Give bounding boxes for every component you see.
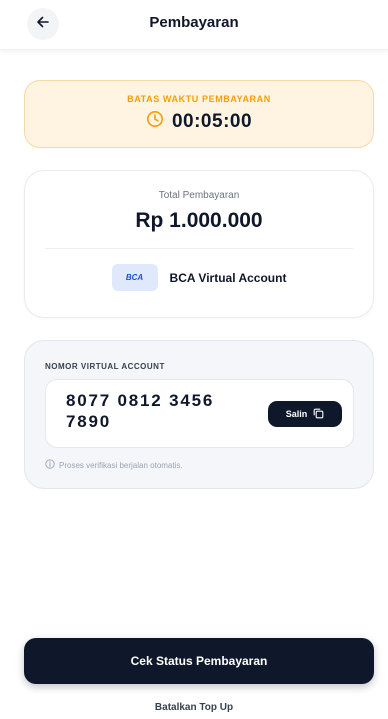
total-payment-card: Total Pembayaran Rp 1.000.000 BCA BCA Vi…	[24, 170, 374, 318]
clock-icon	[146, 110, 164, 133]
total-payment-amount: Rp 1.000.000	[135, 209, 263, 232]
copy-icon	[313, 408, 324, 421]
cancel-topup-link[interactable]: Batalkan Top Up	[0, 702, 388, 713]
copy-button-label: Salin	[285, 409, 308, 419]
page-title: Pembayaran	[149, 14, 239, 31]
divider	[45, 248, 353, 249]
countdown-value: 00:05:00	[171, 110, 253, 132]
check-status-button[interactable]: Cek Status Pembayaran	[24, 638, 374, 684]
verification-hint: Proses verifikasi berjalan otomatis.	[45, 459, 183, 471]
total-payment-label: Total Pembayaran	[158, 190, 240, 201]
verification-hint-text: Proses verifikasi berjalan otomatis.	[59, 460, 183, 470]
deadline-label: BATAS WAKTU PEMBAYARAN	[127, 94, 271, 104]
payment-deadline-card: BATAS WAKTU PEMBAYARAN 00:05:00	[24, 80, 374, 148]
virtual-account-number: 8077 0812 3456 7890	[66, 391, 215, 431]
virtual-account-label: NOMOR VIRTUAL ACCOUNT	[45, 362, 165, 371]
copy-button[interactable]: Salin	[268, 401, 342, 427]
payment-method-name: BCA Virtual Account	[169, 270, 287, 285]
info-icon	[45, 459, 55, 471]
payment-method-row: BCA BCA Virtual Account	[25, 264, 373, 291]
virtual-account-card: NOMOR VIRTUAL ACCOUNT 8077 0812 3456 789…	[24, 340, 374, 489]
bank-logo: BCA	[111, 264, 158, 291]
countdown-row: 00:05:00	[25, 110, 373, 133]
virtual-account-box: 8077 0812 3456 7890 Salin	[45, 379, 354, 448]
app-header: Pembayaran	[0, 0, 388, 50]
